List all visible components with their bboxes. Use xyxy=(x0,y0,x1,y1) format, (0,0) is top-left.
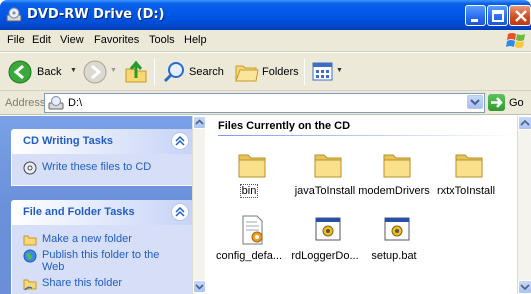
chevron-down-icon xyxy=(520,284,530,291)
forward-arrow-icon[interactable] xyxy=(83,60,107,84)
menu-bar: File Edit View Favorites Tools Help xyxy=(0,30,531,52)
task-pane: CD Writing Tasks Write these files to CD… xyxy=(0,116,205,294)
minimize-icon xyxy=(471,19,478,22)
close-button[interactable] xyxy=(509,5,531,26)
task-write-files-label[interactable]: Write these files to CD xyxy=(42,161,151,173)
new-folder-icon xyxy=(23,235,37,246)
collapse-cd-tasks-button[interactable] xyxy=(171,132,189,150)
file-name: rdLoggerDo... xyxy=(291,250,359,262)
file-view: Files Currently on the CD bin javaToInst… xyxy=(206,116,517,294)
address-value: D:\ xyxy=(68,97,83,109)
batch-file-icon xyxy=(384,217,410,241)
task-new-folder-label[interactable]: Make a new folder xyxy=(42,233,132,245)
windows-logo-icon xyxy=(506,33,525,48)
folder-icon xyxy=(383,154,411,178)
menu-edit[interactable]: Edit xyxy=(32,34,51,46)
go-label[interactable]: Go xyxy=(509,97,524,109)
folders-icon[interactable] xyxy=(235,61,259,83)
title-bar[interactable]: DVD-RW Drive (D:) xyxy=(0,0,531,30)
task-new-folder[interactable]: Make a new folder xyxy=(12,232,193,248)
menu-view[interactable]: View xyxy=(60,34,84,46)
menu-favorites[interactable]: Favorites xyxy=(94,34,139,46)
task-share-folder-label[interactable]: Share this folder xyxy=(42,277,122,289)
address-label: Address xyxy=(5,97,46,109)
menu-file[interactable]: File xyxy=(7,34,25,46)
file-item-setup[interactable]: setup.bat xyxy=(356,214,432,276)
task-publish-web-label[interactable]: Publish this folder to the Web xyxy=(42,249,162,273)
scroll-up-button[interactable] xyxy=(193,116,206,129)
back-button-label[interactable]: Back xyxy=(37,66,61,78)
file-view-scrollbar[interactable] xyxy=(517,116,531,294)
collapse-file-tasks-button[interactable] xyxy=(171,203,189,221)
folder-icon xyxy=(314,154,342,178)
maximize-icon xyxy=(492,10,504,22)
file-name: rxtxToInstall xyxy=(436,185,496,197)
views-icon[interactable] xyxy=(312,61,334,83)
file-item-rxtxtoinstall[interactable]: rxtxToInstall xyxy=(428,149,504,211)
file-item-modemdrivers[interactable]: modemDrivers xyxy=(356,149,432,211)
cd-writing-tasks-body: Write these files to CD xyxy=(11,154,194,186)
go-arrow-icon xyxy=(491,97,503,108)
drive-small-icon xyxy=(48,96,64,110)
task-write-files[interactable]: Write these files to CD xyxy=(12,160,193,176)
group-title: Files Currently on the CD xyxy=(218,120,351,132)
forward-dropdown-icon[interactable]: ▼ xyxy=(110,67,117,74)
chevron-up-icon xyxy=(195,119,204,125)
file-item-config[interactable]: config_defa... xyxy=(211,214,287,276)
chevron-up-icon xyxy=(175,206,185,217)
file-folder-tasks-body: Make a new folder Publish this folder to… xyxy=(11,225,194,294)
address-dropdown-button[interactable] xyxy=(467,95,483,109)
chevron-up-icon xyxy=(520,119,530,126)
folder-icon xyxy=(238,154,266,178)
window-title: DVD-RW Drive (D:) xyxy=(27,7,165,22)
maximize-button[interactable] xyxy=(487,5,508,26)
back-dropdown-icon[interactable]: ▼ xyxy=(70,67,77,74)
file-name: setup.bat xyxy=(371,250,417,262)
cd-write-icon xyxy=(23,161,37,175)
menu-tools[interactable]: Tools xyxy=(149,34,175,46)
scroll-down-button[interactable] xyxy=(518,280,531,294)
scroll-down-button[interactable] xyxy=(193,280,206,293)
batch-file-icon xyxy=(315,217,341,241)
web-publish-icon xyxy=(23,249,37,263)
views-dropdown-icon[interactable]: ▼ xyxy=(336,67,343,74)
chevron-down-icon xyxy=(470,99,480,106)
cd-writing-tasks-title: CD Writing Tasks xyxy=(23,135,114,147)
task-pane-scrollbar[interactable] xyxy=(192,116,206,294)
file-name: config_defa... xyxy=(215,250,283,262)
file-item-javatoinstall[interactable]: javaToInstall xyxy=(287,149,363,211)
chevron-down-icon xyxy=(195,284,204,290)
file-folder-tasks-header[interactable]: File and Folder Tasks xyxy=(11,200,194,225)
dvd-drive-icon xyxy=(6,7,22,22)
go-button[interactable] xyxy=(488,94,505,111)
close-icon xyxy=(515,10,527,22)
search-button-label[interactable]: Search xyxy=(189,66,224,78)
toolbar: Back ▼ ▼ Search Folders ▼ xyxy=(0,53,531,91)
task-publish-web[interactable]: Publish this folder to the Web xyxy=(12,248,193,276)
cd-writing-tasks-header[interactable]: CD Writing Tasks xyxy=(11,129,194,154)
folders-button-label[interactable]: Folders xyxy=(262,66,299,78)
share-folder-icon xyxy=(23,279,37,291)
file-folder-tasks-panel: File and Folder Tasks Make a new folder … xyxy=(11,200,194,294)
file-folder-tasks-title: File and Folder Tasks xyxy=(23,206,135,218)
file-item-rdlogger[interactable]: rdLoggerDo... xyxy=(287,214,363,276)
file-name: javaToInstall xyxy=(294,185,356,197)
cd-writing-tasks-panel: CD Writing Tasks Write these files to CD xyxy=(11,129,194,186)
minimize-button[interactable] xyxy=(465,5,486,26)
file-name: bin xyxy=(239,184,259,198)
back-arrow-icon[interactable] xyxy=(8,60,32,84)
menu-help[interactable]: Help xyxy=(184,34,207,46)
search-icon[interactable] xyxy=(163,61,185,83)
config-file-icon xyxy=(242,215,263,245)
address-input[interactable]: D:\ xyxy=(44,93,485,113)
up-folder-icon[interactable] xyxy=(124,59,148,85)
file-item-bin[interactable]: bin xyxy=(211,149,287,211)
scroll-up-button[interactable] xyxy=(518,116,531,130)
file-name: modemDrivers xyxy=(358,185,430,197)
address-bar: Address D:\ Go xyxy=(0,91,531,115)
folder-icon xyxy=(455,154,483,178)
task-share-folder[interactable]: Share this folder xyxy=(12,276,193,292)
chevron-up-icon xyxy=(175,135,185,146)
